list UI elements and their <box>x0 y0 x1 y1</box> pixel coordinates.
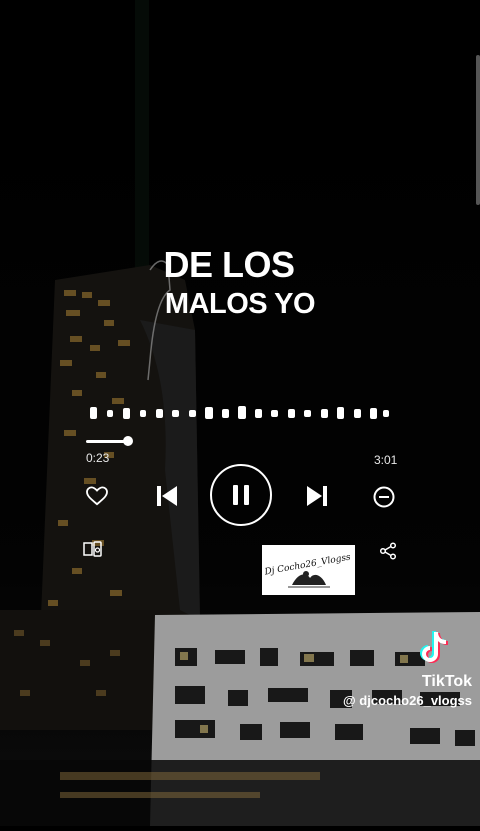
song-title-line1: DE LOS <box>163 244 295 285</box>
song-title-line2: MALOS YO <box>164 288 316 320</box>
skip-previous-icon <box>157 486 177 506</box>
channel-logo: Dj Cocho26_Vlogss <box>262 545 355 595</box>
like-button[interactable] <box>84 483 110 509</box>
scrollbar[interactable] <box>476 55 480 205</box>
skip-next-icon <box>307 486 327 506</box>
tiktok-watermark: TikTok @ djcocho26_vlogss <box>330 630 480 708</box>
elapsed-time: 0:23 <box>86 451 110 465</box>
total-time: 3:01 <box>374 453 398 467</box>
dj-cocho-logo-icon: Dj Cocho26_Vlogss <box>263 552 352 588</box>
share-icon <box>379 542 397 560</box>
creator-handle: @ djcocho26_vlogss <box>343 693 472 708</box>
play-pause-button[interactable] <box>210 464 272 526</box>
heart-icon <box>86 486 108 506</box>
remove-button[interactable] <box>371 484 397 510</box>
tiktok-brand: TikTok <box>421 673 472 690</box>
connect-device-icon <box>83 541 102 557</box>
connect-device-button[interactable] <box>82 539 104 559</box>
minus-circle-icon <box>373 486 395 508</box>
progress-handle[interactable] <box>123 436 133 446</box>
share-button[interactable] <box>377 540 399 562</box>
waveform <box>90 406 389 419</box>
progress-bar[interactable] <box>86 440 128 443</box>
pause-icon <box>233 485 249 505</box>
next-button[interactable] <box>302 481 332 511</box>
previous-button[interactable] <box>152 481 182 511</box>
tiktok-logo-icon <box>420 631 448 663</box>
